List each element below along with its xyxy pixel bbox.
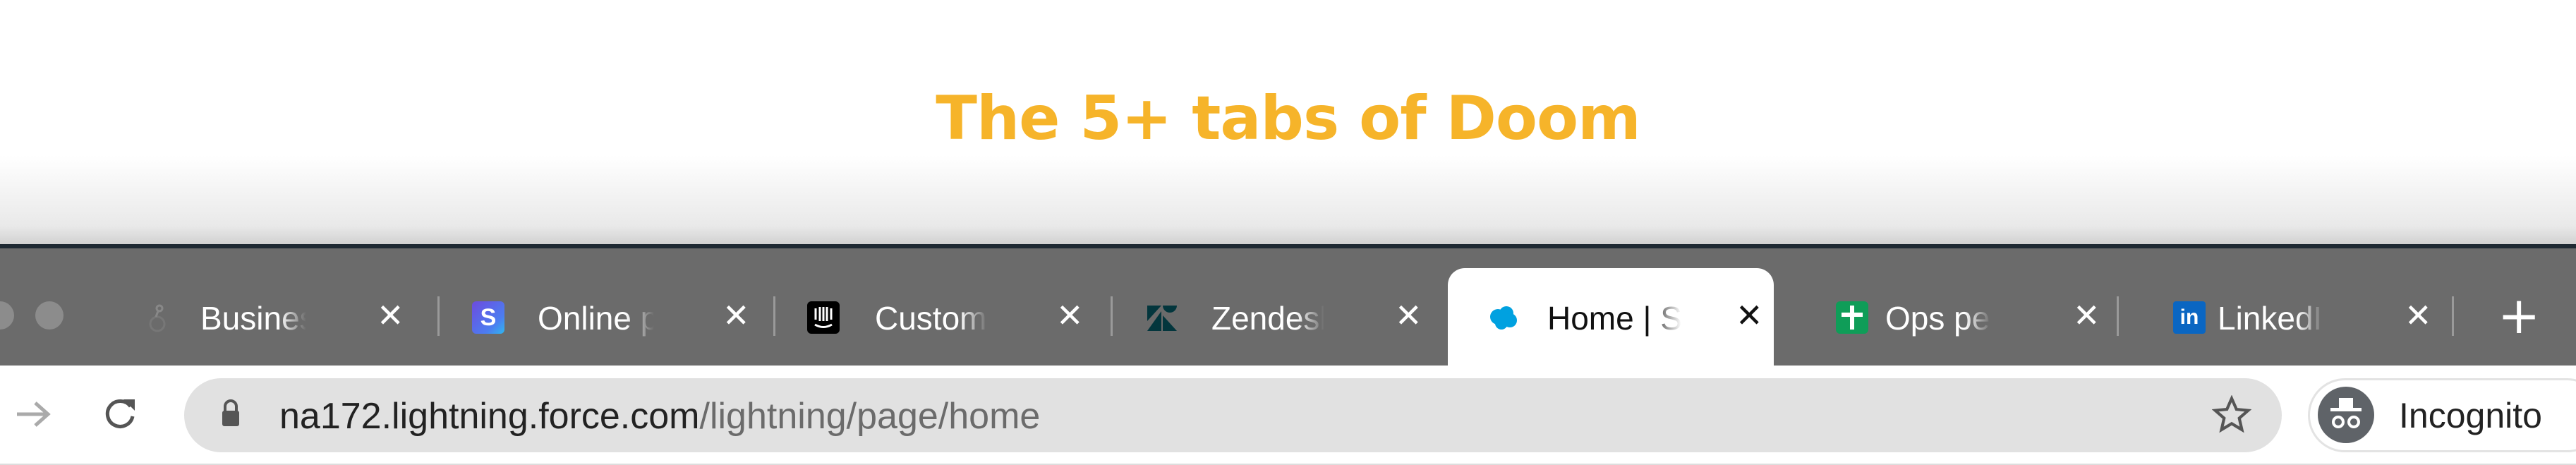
tab-salesforce-home[interactable]: Home | Sa ✕ [1448, 268, 1774, 366]
tab-title: Ops peop [1885, 300, 1991, 337]
tab-title: Customer [875, 300, 988, 337]
new-tab-button[interactable]: + [2498, 286, 2540, 345]
tab-separator [773, 296, 775, 336]
bot-icon [149, 304, 166, 332]
tab-customer[interactable]: Customer ✕ [794, 268, 1090, 366]
tab-close-button[interactable]: ✕ [1395, 296, 1422, 334]
tab-title: Online pay [538, 300, 654, 337]
tab-close-button[interactable]: ✕ [1736, 296, 1763, 334]
tab-separator [2117, 296, 2119, 336]
tab-title: LinkedIn: f [2218, 300, 2323, 337]
url-path: /lightning/page/home [699, 396, 1041, 437]
tab-close-button[interactable]: ✕ [2405, 296, 2432, 334]
forward-arrow-icon[interactable] [14, 399, 54, 430]
stripe-icon: S [472, 301, 504, 334]
tab-separator [1111, 296, 1113, 336]
bookmark-star-icon[interactable] [2212, 395, 2251, 435]
profile-label: Incognito [2399, 396, 2542, 435]
tab-linkedin[interactable]: in LinkedIn: f ✕ [2159, 268, 2441, 366]
tab-title: Zendesk | [1211, 300, 1324, 337]
salesforce-icon [1490, 306, 1517, 330]
zendesk-icon [1147, 306, 1177, 331]
intercom-icon [807, 301, 840, 334]
banner-title: The 5+ tabs of Doom [936, 83, 1640, 154]
lock-icon [222, 399, 239, 426]
url-text[interactable]: na172.lightning.force.com/lightning/page… [279, 395, 1040, 437]
tab-title: Home | Sa [1547, 300, 1681, 337]
tab-title: Business f [200, 300, 306, 337]
tab-separator [2452, 296, 2454, 336]
window-minimize-button[interactable] [35, 301, 64, 330]
google-sheets-icon [1836, 301, 1868, 334]
tab-zendesk[interactable]: Zendesk | ✕ [1132, 268, 1429, 366]
url-host: na172.lightning.force.com [279, 396, 700, 437]
tab-ops-people[interactable]: Ops peop ✕ [1822, 268, 2105, 366]
tab-separator [437, 296, 440, 336]
tab-online-payments[interactable]: S Online pay ✕ [459, 268, 755, 366]
tab-close-button[interactable]: ✕ [2073, 296, 2100, 334]
tab-close-button[interactable]: ✕ [722, 296, 750, 334]
incognito-icon [2318, 387, 2374, 443]
linkedin-icon: in [2173, 301, 2206, 334]
tab-close-button[interactable]: ✕ [377, 296, 404, 334]
tab-business[interactable]: Business f ✕ [141, 268, 423, 366]
tab-close-button[interactable]: ✕ [1056, 296, 1084, 334]
reload-icon[interactable] [102, 397, 138, 432]
